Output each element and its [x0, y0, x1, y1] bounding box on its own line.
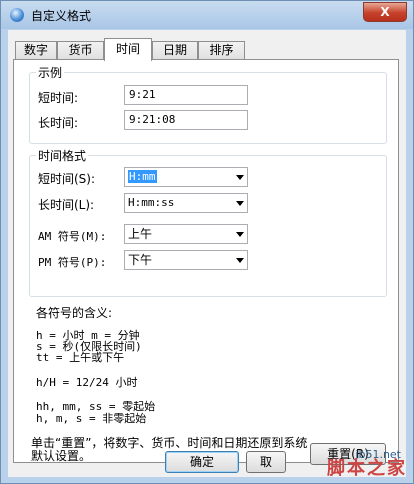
cancel-button[interactable]: 取 — [246, 451, 286, 473]
long-time-combo[interactable]: H:mm:ss — [124, 193, 248, 213]
window-title: 自定义格式 — [31, 9, 92, 23]
pm-symbol-label: PM 符号(P): — [38, 256, 107, 269]
short-time-value: H:mm — [128, 170, 157, 183]
close-button[interactable]: X — [363, 2, 407, 22]
chevron-down-icon — [236, 258, 244, 263]
tab-sort[interactable]: 排序 — [198, 41, 245, 59]
am-symbol-combo[interactable]: 上午 — [124, 224, 248, 244]
am-symbol-value: 上午 — [128, 227, 153, 241]
example-group: 示例 短时间: 9:21 长时间: 9:21:08 — [29, 64, 387, 144]
pm-symbol-value: 下午 — [128, 253, 153, 267]
time-format-group-title: 时间格式 — [36, 147, 89, 164]
ok-button[interactable]: 确定 — [165, 451, 239, 473]
short-time-label: 短时间(S): — [38, 172, 96, 186]
legend-line: h, m, s = 非零起始 — [36, 412, 147, 425]
dialog-window: 自定义格式 X 数字 货币 时间 日期 排序 示例 短时间: 9:21 长时间:… — [0, 0, 414, 484]
legend-title: 各符号的含义: — [36, 306, 113, 320]
tab-number[interactable]: 数字 — [15, 41, 57, 59]
tab-date[interactable]: 日期 — [152, 41, 198, 59]
legend-line: tt = 上午或下午 — [36, 351, 125, 364]
chevron-down-icon — [236, 232, 244, 237]
tab-panel-time: 示例 短时间: 9:21 长时间: 9:21:08 时间格式 短时间(S): H… — [13, 59, 399, 465]
example-long-label: 长时间: — [38, 116, 79, 130]
dialog-client-area: 数字 货币 时间 日期 排序 示例 短时间: 9:21 长时间: 9:21:08… — [8, 30, 406, 477]
globe-icon — [10, 8, 24, 22]
tab-currency[interactable]: 货币 — [57, 41, 104, 59]
watermark-brand: 脚本之家 — [327, 458, 407, 479]
short-time-combo[interactable]: H:mm — [124, 167, 248, 187]
title-bar[interactable]: 自定义格式 X — [1, 1, 413, 29]
example-short-label: 短时间: — [38, 91, 79, 105]
chevron-down-icon — [236, 175, 244, 180]
example-long-field: 9:21:08 — [124, 110, 248, 130]
am-symbol-label: AM 符号(M): — [38, 230, 107, 243]
long-time-label: 长时间(L): — [38, 198, 95, 212]
legend-line: h/H = 12/24 小时 — [36, 376, 138, 389]
time-format-group: 时间格式 短时间(S): H:mm 长时间(L): H:mm:ss AM 符号(… — [29, 147, 387, 297]
long-time-value: H:mm:ss — [128, 196, 175, 209]
example-short-field: 9:21 — [124, 85, 248, 105]
chevron-down-icon — [236, 201, 244, 206]
pm-symbol-combo[interactable]: 下午 — [124, 250, 248, 270]
tab-time[interactable]: 时间 — [104, 38, 152, 61]
example-group-title: 示例 — [36, 64, 65, 81]
